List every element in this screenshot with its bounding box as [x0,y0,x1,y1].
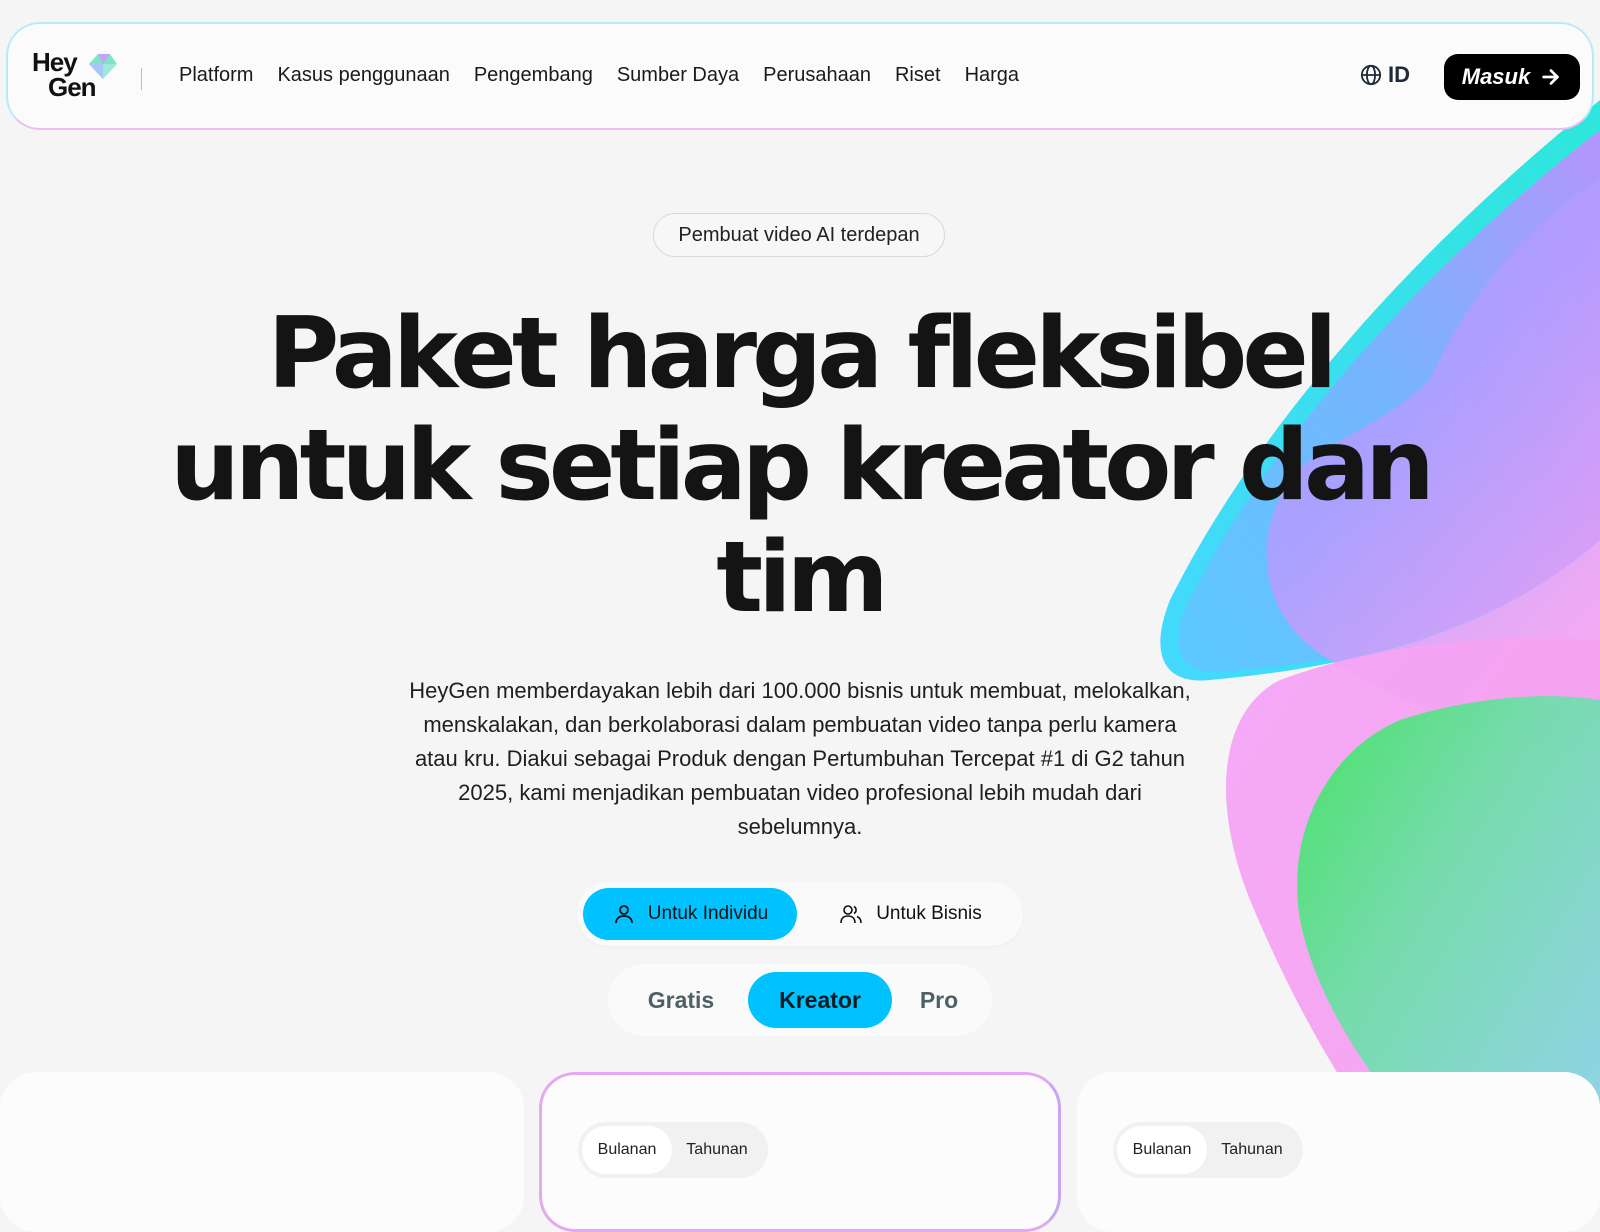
pricing-hero: Pembuat video AI terdepan Paket harga fl… [0,0,1600,1232]
audience-toggle: Untuk Individu Untuk Bisnis [577,882,1023,946]
billing-period-toggle: Bulanan Tahunan [578,1122,768,1178]
menu-item-research[interactable]: Riset [895,64,941,87]
billing-monthly-button[interactable]: Bulanan [582,1126,672,1174]
menu-item-developers[interactable]: Pengembang [474,64,593,87]
top-navigation-bar: Hey Gen Platform Kasus penggunaan Pengemb… [6,22,1594,130]
pricing-card-pro: Bulanan Tahunan [1077,1072,1600,1232]
hero-description: HeyGen memberdayakan lebih dari 100.000 … [409,678,1191,839]
menu-item-use-cases[interactable]: Kasus penggunaan [277,64,449,87]
logo-wordmark: Hey Gen [32,47,97,102]
user-icon [614,905,633,924]
business-toggle-button[interactable]: Untuk Bisnis [803,888,1017,940]
tab-creator[interactable]: Kreator [748,972,892,1028]
tab-free[interactable]: Gratis [616,972,746,1028]
individual-toggle-button[interactable]: Untuk Individu [583,888,797,940]
billing-monthly-button[interactable]: Bulanan [1117,1126,1207,1174]
menu-item-pricing[interactable]: Harga [965,64,1019,87]
pricing-card-creator: Bulanan Tahunan [539,1072,1061,1232]
logo-gem-icon [89,54,117,79]
menu-item-platform[interactable]: Platform [179,64,253,87]
page-title: Paket harga fleksibel untuk setiap kreat… [100,298,1500,634]
menu-item-company[interactable]: Perusahaan [763,64,871,87]
billing-yearly-button[interactable]: Tahunan [1207,1126,1297,1174]
globe-icon [1360,64,1382,86]
business-toggle-label: Untuk Bisnis [876,903,982,924]
title-line-3: tim [716,521,889,635]
billing-period-toggle: Bulanan Tahunan [1113,1122,1303,1178]
title-line-1: Paket harga fleksibel [267,297,1338,411]
billing-yearly-button[interactable]: Tahunan [672,1126,762,1174]
plan-tabs: Gratis Kreator Pro [608,964,992,1036]
language-code: ID [1388,62,1410,87]
hero-badge: Pembuat video AI terdepan [653,213,945,257]
language-selector[interactable]: ID [1360,62,1410,88]
main-menu: Platform Kasus penggunaan Pengembang Sum… [179,64,1019,87]
title-line-2: untuk setiap kreator dan [170,409,1435,523]
login-label: Masuk [1461,64,1531,89]
pricing-card-free [0,1072,524,1232]
login-button[interactable]: Masuk [1444,54,1580,100]
arrow-right-icon [1542,69,1560,85]
tab-pro[interactable]: Pro [894,972,984,1028]
menu-item-resources[interactable]: Sumber Daya [617,64,739,87]
nav-divider [141,68,142,90]
heygen-logo[interactable]: Hey Gen [32,47,122,104]
users-icon [840,905,862,924]
individual-toggle-label: Untuk Individu [647,903,769,924]
